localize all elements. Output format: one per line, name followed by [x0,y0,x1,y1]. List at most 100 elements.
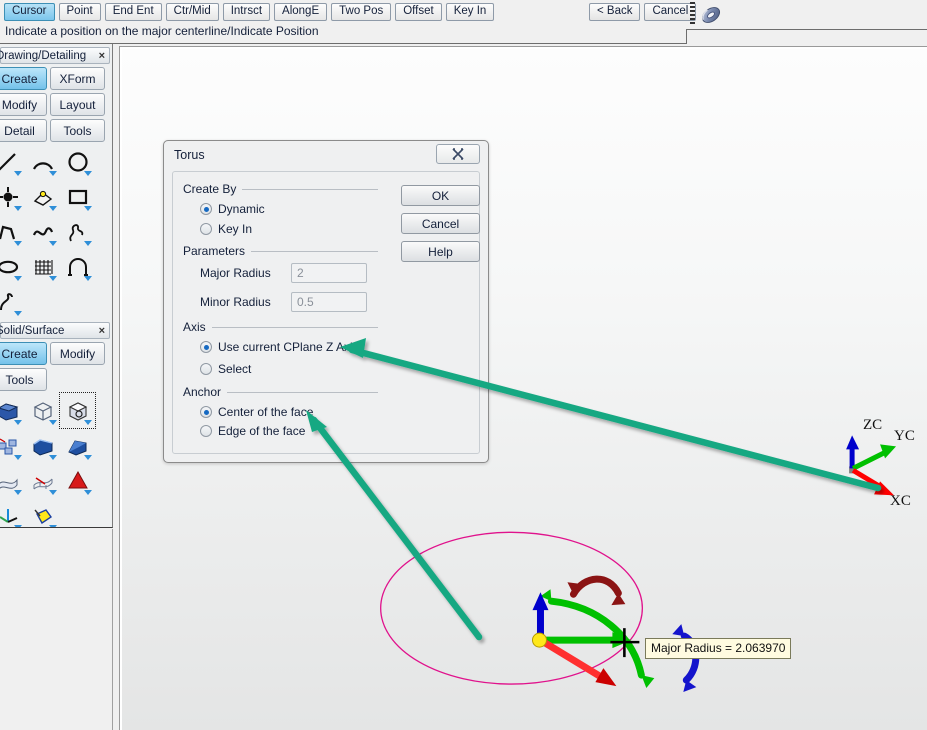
left-tool-dock: Drawing/Detailing × Create XForm Modify Layou… [0,44,113,528]
torus-dialog[interactable]: Torus Create By Dynamic Key In Parameter… [163,140,489,463]
flyout-arrow-icon[interactable] [84,455,92,460]
snap-button-cursor[interactable]: Cursor [4,3,55,21]
solid-array-icon[interactable] [0,428,25,463]
radio-axis-cplane-z[interactable]: Use current CPlane Z Axis [200,340,359,354]
tab-layout[interactable]: Layout [50,93,105,116]
cancel-button[interactable]: Cancel [401,213,480,234]
spline-icon[interactable] [25,214,60,249]
flyout-arrow-icon[interactable] [49,525,57,527]
snap-button-offset[interactable]: Offset [395,3,442,21]
tab-modify[interactable]: Modify [50,342,105,365]
tab-tools[interactable]: Tools [0,368,47,391]
cone-solid-icon[interactable] [60,463,95,498]
major-radius-preview-circle [380,531,644,685]
radio-anchor-edge-face[interactable]: Edge of the face [200,424,305,438]
snap-button-key-in[interactable]: Key In [445,3,495,21]
ellipse-icon[interactable] [0,249,25,284]
panel-titlebar-drawing-detailing[interactable]: Drawing/Detailing × [0,47,110,64]
torus-icon[interactable] [698,3,724,27]
group-header-create-by: Create By [183,182,378,196]
rectangle-icon[interactable] [60,179,95,214]
panel-icon-palette [0,144,112,319]
line-icon[interactable] [0,144,25,179]
ok-button[interactable]: OK [401,185,480,206]
flyout-arrow-icon[interactable] [49,206,57,211]
flyout-arrow-icon[interactable] [49,171,57,176]
flyout-arrow-icon[interactable] [49,455,57,460]
drag-grip[interactable] [690,2,695,24]
block-solid-icon[interactable] [0,393,25,428]
flyout-arrow-icon[interactable] [84,206,92,211]
radio-create-by-dynamic[interactable]: Dynamic [200,202,265,216]
wcs-triad [846,435,897,496]
flyout-arrow-icon[interactable] [14,455,22,460]
circle-icon[interactable] [60,144,95,179]
dialog-body: Create By Dynamic Key In Parameters Majo… [172,171,480,454]
tab-create[interactable]: Create [0,67,47,90]
flyout-arrow-icon[interactable] [14,206,22,211]
help-button[interactable]: Help [401,241,480,262]
panel-close-icon[interactable]: × [99,324,105,338]
ruled-surface-icon[interactable] [25,463,60,498]
radio-axis-select[interactable]: Select [200,362,251,376]
panel-titlebar-solid-surface[interactable]: Solid/Surface × [0,322,110,339]
grid-curve-icon[interactable] [25,249,60,284]
dialog-titlebar[interactable]: Torus [164,141,488,171]
sheet-surface-icon[interactable] [0,463,25,498]
wedge-solid-icon[interactable] [60,428,95,463]
arc-icon[interactable] [25,144,60,179]
snap-button-two-pos[interactable]: Two Pos [331,3,392,21]
selection-toolbar: Cursor Point End Ent Ctr/Mid Intrsct AlongE Tw… [0,0,927,44]
flyout-arrow-icon[interactable] [14,525,22,527]
close-icon[interactable] [436,144,480,164]
point-icon[interactable] [0,179,25,214]
panel-close-icon[interactable]: × [99,49,105,63]
manipulator-origin-handle [531,632,547,648]
sketch-icon[interactable] [25,179,60,214]
chamfer-icon[interactable] [0,284,25,319]
flyout-arrow-icon[interactable] [14,420,22,425]
polyline-icon[interactable] [0,214,25,249]
snap-button-end-ent[interactable]: End Ent [104,3,162,21]
snap-button-intrsct[interactable]: Intrsct [222,3,271,21]
tab-modify[interactable]: Modify [0,93,47,116]
flyout-arrow-icon[interactable] [49,276,57,281]
flyout-arrow-icon[interactable] [14,241,22,246]
tab-xform[interactable]: XForm [50,67,105,90]
minor-radius-input[interactable] [291,292,367,312]
snap-button-point[interactable]: Point [58,3,101,21]
flyout-arrow-icon[interactable] [84,171,92,176]
cancel-button[interactable]: Cancel [644,3,697,21]
tab-tools[interactable]: Tools [50,119,105,142]
freeform-curve-icon[interactable] [60,214,95,249]
flyout-arrow-icon[interactable] [84,241,92,246]
tab-create[interactable]: Create [0,342,47,365]
snap-button-ctr-mid[interactable]: Ctr/Mid [165,3,219,21]
snap-button-alonge[interactable]: AlongE [274,3,328,21]
back-button[interactable]: < Back [589,3,641,21]
tab-detail[interactable]: Detail [0,119,47,142]
flyout-arrow-icon[interactable] [49,241,57,246]
flyout-arrow-icon[interactable] [14,276,22,281]
primitive-solid-icon[interactable] [59,392,96,429]
panel-title-label: Solid/Surface [0,324,65,337]
major-radius-input[interactable] [291,263,367,283]
radio-anchor-center-face[interactable]: Center of the face [200,405,313,419]
flyout-arrow-icon[interactable] [84,420,92,425]
wireframe-box-icon[interactable] [25,393,60,428]
flyout-arrow-icon[interactable] [84,276,92,281]
flyout-arrow-icon[interactable] [14,171,22,176]
flyout-arrow-icon[interactable] [49,490,57,495]
flyout-arrow-icon[interactable] [14,490,22,495]
flyout-arrow-icon[interactable] [49,420,57,425]
flyout-arrow-icon[interactable] [14,311,22,316]
radio-create-by-key-in[interactable]: Key In [200,222,252,236]
flyout-arrow-icon[interactable] [84,490,92,495]
fillet-arc-icon[interactable] [60,249,95,284]
group-header-parameters: Parameters [183,244,378,258]
dock-empty-area [0,529,113,730]
major-radius-label: Major Radius [200,266,271,280]
axis-triad-icon[interactable] [0,498,25,527]
extrude-solid-icon[interactable] [25,428,60,463]
face-select-icon[interactable] [25,498,60,527]
